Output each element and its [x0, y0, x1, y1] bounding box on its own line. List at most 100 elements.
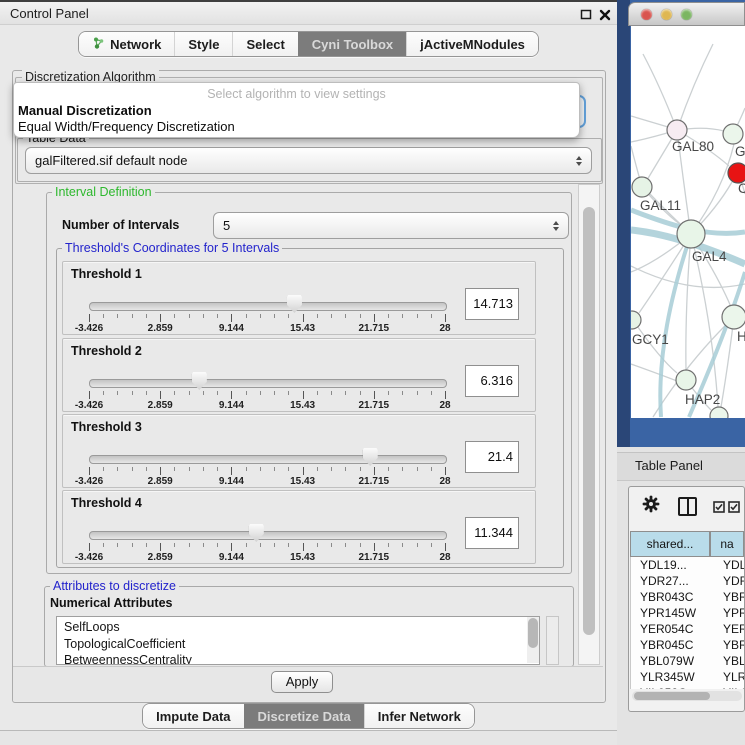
- float-icon[interactable]: [580, 8, 592, 20]
- tab-discretize-data[interactable]: Discretize Data: [244, 704, 364, 728]
- network-node-label: GAL80: [672, 139, 714, 154]
- threshold-value-field[interactable]: 21.4: [465, 441, 519, 473]
- checkbox-checked-icon[interactable]: [713, 500, 725, 518]
- table-data-combobox[interactable]: galFiltered.sif default node: [25, 147, 592, 174]
- popup-option-equal-width-frequency[interactable]: Equal Width/Frequency Discretization: [17, 119, 574, 134]
- scale-label: 9.144: [219, 476, 244, 487]
- tab-infer-network[interactable]: Infer Network: [364, 704, 474, 728]
- table-rows: YDL19...YDL1YDR27...YDR2YBR043CYBR0YPR14…: [630, 557, 744, 689]
- column-header-shared-[interactable]: shared...: [630, 531, 710, 557]
- vertical-scrollbar[interactable]: [578, 184, 600, 665]
- tick-mark: [89, 543, 90, 551]
- tick-mark: [132, 467, 133, 471]
- slider-scale-labels: -3.4262.8599.14415.4321.71528: [89, 476, 445, 488]
- tab-jactivemnodules[interactable]: jActiveMNodules: [406, 32, 538, 56]
- attribute-list-item[interactable]: SelfLoops: [57, 619, 539, 636]
- tab-network[interactable]: Network: [79, 32, 174, 56]
- combo-arrows-icon: [553, 221, 559, 231]
- tick-mark: [117, 543, 118, 547]
- network-canvas[interactable]: GAL80GCGAL11GAL4GCY1HHAP2: [631, 26, 745, 418]
- attributes-side-scrollbar[interactable]: [546, 616, 559, 665]
- node-gal11[interactable]: [632, 177, 652, 197]
- tick-mark: [317, 391, 318, 395]
- slider-scale-labels: -3.4262.8599.14415.4321.71528: [89, 400, 445, 412]
- node-gal80[interactable]: [667, 120, 687, 140]
- table-row[interactable]: YDR27...YDR2: [631, 573, 744, 589]
- top-tab-bar: NetworkStyleSelectCyni ToolboxjActiveMNo…: [0, 31, 617, 57]
- tab-impute-data[interactable]: Impute Data: [143, 704, 243, 728]
- minimize-traffic-light-icon[interactable]: [661, 9, 672, 20]
- scrollbar-thumb[interactable]: [528, 618, 538, 648]
- threshold-value-field[interactable]: 6.316: [465, 365, 519, 397]
- node-upper-right[interactable]: [723, 124, 743, 144]
- scrollbar-thumb[interactable]: [634, 692, 710, 700]
- tick-mark: [445, 467, 446, 475]
- node-gcy1[interactable]: [631, 311, 641, 329]
- threshold-label: Threshold 3: [71, 420, 142, 434]
- scale-label: 28: [439, 476, 450, 487]
- tick-mark: [360, 543, 361, 547]
- slider-track[interactable]: [89, 302, 447, 311]
- table-row[interactable]: YPR145WYPR1: [631, 605, 744, 621]
- gear-icon[interactable]: [642, 495, 660, 518]
- node-hap2[interactable]: [676, 370, 696, 390]
- network-window-titlebar[interactable]: [628, 2, 745, 26]
- tab-style[interactable]: Style: [174, 32, 232, 56]
- table-row[interactable]: YIL052CYIL0: [631, 685, 744, 689]
- tick-mark: [274, 467, 275, 471]
- numerical-attributes-label: Numerical Attributes: [50, 596, 172, 610]
- slider-track[interactable]: [89, 379, 447, 388]
- checkbox-checked-icon[interactable]: [728, 500, 740, 518]
- table-row[interactable]: YBL079WYBL0: [631, 653, 744, 669]
- table-row[interactable]: YER054CYER0: [631, 621, 744, 637]
- tab-cyni-toolbox[interactable]: Cyni Toolbox: [298, 32, 406, 56]
- tick-mark: [388, 467, 389, 471]
- node-gal4[interactable]: [677, 220, 705, 248]
- tick-mark: [231, 314, 232, 322]
- table-row[interactable]: YLR345WYLR3: [631, 669, 744, 685]
- tick-mark: [274, 391, 275, 395]
- tab-label: Infer Network: [378, 709, 461, 724]
- table-row[interactable]: YDL19...YDL1: [631, 557, 744, 573]
- tick-mark: [388, 543, 389, 547]
- table-cell: YLR3: [720, 669, 744, 685]
- numerical-attributes-list[interactable]: SelfLoopsTopologicalCoefficientBetweenne…: [56, 616, 540, 665]
- table-horizontal-scrollbar[interactable]: [632, 691, 742, 701]
- scale-label: 2.859: [148, 476, 173, 487]
- number-of-intervals-combobox[interactable]: 5: [213, 212, 569, 239]
- tick-mark: [217, 314, 218, 318]
- slider-track[interactable]: [89, 531, 447, 540]
- split-columns-icon[interactable]: [678, 497, 697, 516]
- maximize-traffic-light-icon[interactable]: [681, 9, 692, 20]
- close-traffic-light-icon[interactable]: [641, 9, 652, 20]
- tick-mark: [417, 391, 418, 395]
- tick-mark: [89, 467, 90, 475]
- network-window-frame-edge: [617, 0, 630, 447]
- thresholds-section-label: Threshold's Coordinates for 5 Intervals: [62, 241, 282, 255]
- tab-select[interactable]: Select: [232, 32, 297, 56]
- attributes-list-scrollbar[interactable]: [527, 617, 539, 663]
- attribute-list-item[interactable]: BetweennessCentrality: [57, 652, 539, 665]
- node-bottom[interactable]: [710, 407, 728, 418]
- slider-scale-labels: -3.4262.8599.14415.4321.71528: [89, 323, 445, 335]
- table-row[interactable]: YBR043CYBR0: [631, 589, 744, 605]
- network-edge: [686, 234, 691, 370]
- slider-track[interactable]: [89, 455, 447, 464]
- column-header-na[interactable]: na: [710, 531, 744, 557]
- close-icon[interactable]: [599, 8, 611, 20]
- attribute-list-item[interactable]: TopologicalCoefficient: [57, 636, 539, 653]
- table-cell: YBR0: [720, 589, 744, 605]
- table-data-value: galFiltered.sif default node: [35, 153, 187, 168]
- scrollbar-thumb[interactable]: [583, 207, 595, 635]
- table-cell: YBR045C: [631, 637, 720, 653]
- table-cell: YIL052C: [631, 685, 720, 689]
- node-right-mid[interactable]: [722, 305, 745, 329]
- threshold-value-field[interactable]: 11.344: [465, 517, 519, 549]
- popup-option-manual-discretization[interactable]: Manual Discretization: [17, 103, 574, 118]
- threshold-value-field[interactable]: 14.713: [465, 288, 519, 320]
- apply-button[interactable]: Apply: [271, 671, 333, 693]
- node-red[interactable]: [728, 163, 745, 183]
- tick-mark: [203, 391, 204, 395]
- table-row[interactable]: YBR045CYBR0: [631, 637, 744, 653]
- tick-mark: [117, 314, 118, 318]
